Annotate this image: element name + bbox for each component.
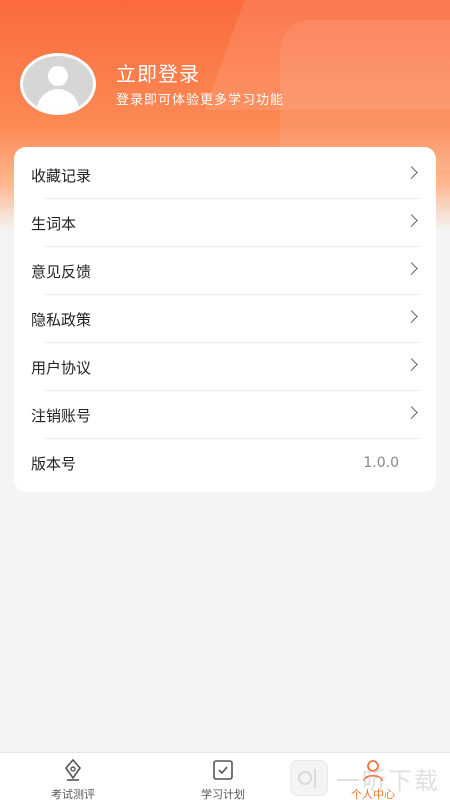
watermark-text: 一听下载 xyxy=(336,766,440,795)
tab-label: 考试测评 xyxy=(51,788,95,800)
chevron-right-icon xyxy=(405,406,418,419)
chevron-right-icon xyxy=(405,214,418,227)
menu-item-privacy-policy[interactable]: 隐私政策 xyxy=(14,295,436,343)
tab-exam-assessment[interactable]: 考试测评 xyxy=(18,753,128,800)
menu-item-label: 注销账号 xyxy=(31,406,92,425)
menu-item-version: 版本号 1.0.0 xyxy=(14,439,436,487)
version-label: 版本号 xyxy=(31,454,77,473)
menu-item-label: 隐私政策 xyxy=(31,310,92,329)
menu-item-user-agreement[interactable]: 用户协议 xyxy=(14,343,436,391)
login-subtitle: 登录即可体验更多学习功能 xyxy=(116,93,285,108)
menu-item-label: 意见反馈 xyxy=(31,262,92,281)
chevron-right-icon xyxy=(405,166,418,179)
tab-study-plan[interactable]: 学习计划 xyxy=(168,753,278,800)
watermark: 一听下载 xyxy=(290,758,440,798)
menu-item-label: 收藏记录 xyxy=(31,166,92,185)
avatar[interactable] xyxy=(20,53,96,115)
chevron-right-icon xyxy=(405,358,418,371)
checklist-icon xyxy=(211,758,235,782)
pen-nib-icon xyxy=(61,758,85,782)
tab-label: 学习计划 xyxy=(201,788,245,800)
menu-item-feedback[interactable]: 意见反馈 xyxy=(14,247,436,295)
menu-item-label: 用户协议 xyxy=(31,358,92,377)
login-title[interactable]: 立即登录 xyxy=(116,58,200,87)
watermark-logo-icon xyxy=(290,760,328,796)
menu-item-favorites[interactable]: 收藏记录 xyxy=(14,151,436,199)
chevron-right-icon xyxy=(405,262,418,275)
default-user-icon xyxy=(23,56,93,112)
version-value: 1.0.0 xyxy=(363,455,399,471)
menu-item-delete-account[interactable]: 注销账号 xyxy=(14,391,436,439)
menu-item-vocabulary[interactable]: 生词本 xyxy=(14,199,436,247)
menu-card: 收藏记录 生词本 意见反馈 隐私政策 用户协议 注销账号 版本号 1.0.0 xyxy=(14,147,436,492)
chevron-right-icon xyxy=(405,310,418,323)
menu-item-label: 生词本 xyxy=(31,214,77,233)
